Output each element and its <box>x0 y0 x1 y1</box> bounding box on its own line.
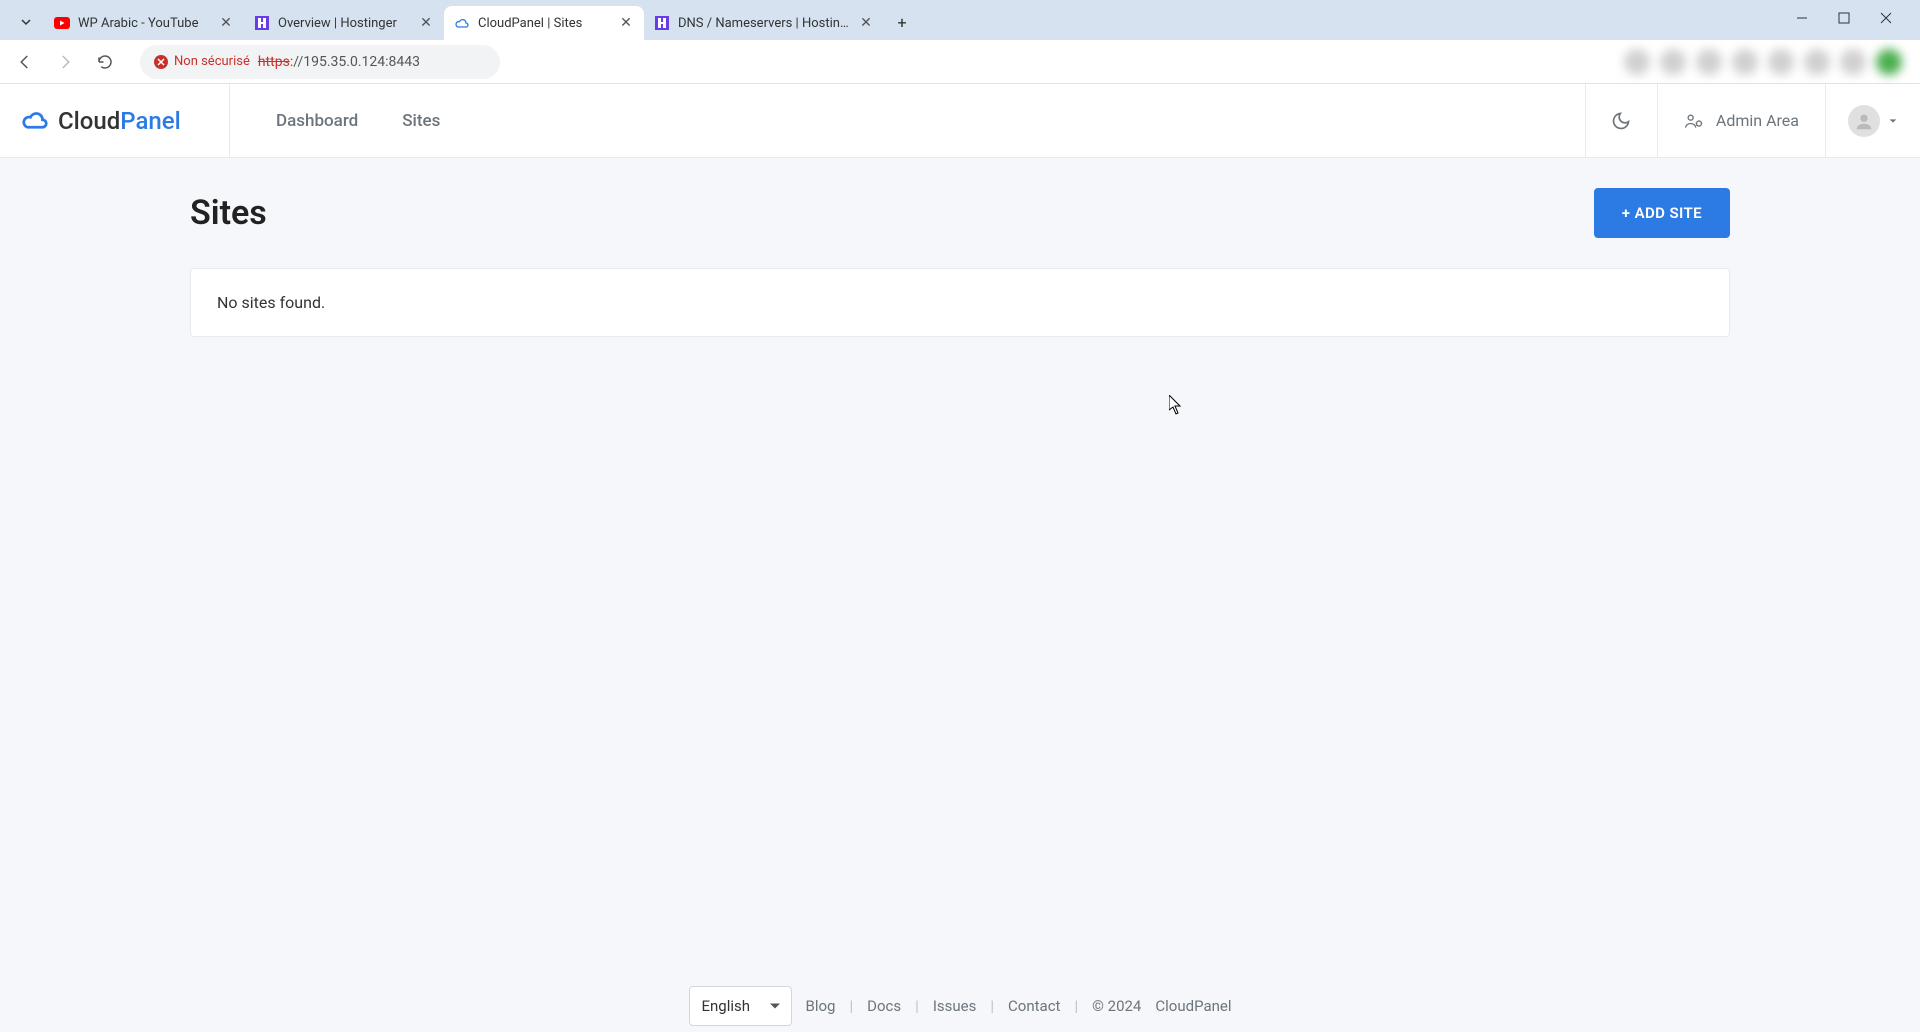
tab-close-button[interactable]: ✕ <box>858 15 874 31</box>
extension-icon[interactable] <box>1732 49 1758 75</box>
separator: | <box>1074 997 1078 1015</box>
nav-sites[interactable]: Sites <box>402 111 440 131</box>
address-bar: Non sécurisé https://195.35.0.124:8443 <box>0 40 1920 84</box>
separator: | <box>849 997 853 1015</box>
tab-title: Overview | Hostinger <box>278 16 410 31</box>
window-controls <box>1776 4 1912 40</box>
insecure-badge: Non sécurisé <box>154 54 250 69</box>
logo[interactable]: CloudPanel <box>0 84 230 157</box>
back-button[interactable] <box>8 45 42 79</box>
moon-icon <box>1611 111 1631 131</box>
minimize-icon <box>1796 12 1808 24</box>
footer-issues-link[interactable]: Issues <box>933 997 977 1015</box>
cloudpanel-logo-icon <box>20 106 50 136</box>
app-header: CloudPanel Dashboard Sites Admin Area <box>0 84 1920 158</box>
browser-tab[interactable]: WP Arabic - YouTube ✕ <box>44 6 244 40</box>
footer-blog-link[interactable]: Blog <box>806 997 836 1015</box>
extension-icon[interactable] <box>1624 49 1650 75</box>
new-tab-button[interactable]: + <box>888 8 916 36</box>
admin-area-label: Admin Area <box>1716 111 1799 130</box>
add-site-button[interactable]: + ADD SITE <box>1594 188 1730 238</box>
tab-title: WP Arabic - YouTube <box>78 16 210 31</box>
close-icon <box>1880 12 1892 24</box>
close-window-button[interactable] <box>1872 4 1900 32</box>
browser-tab[interactable]: DNS / Nameservers | Hostinger ✕ <box>644 6 884 40</box>
maximize-icon <box>1838 12 1850 24</box>
users-gear-icon <box>1684 111 1704 131</box>
tab-close-button[interactable]: ✕ <box>418 15 434 31</box>
tab-search-button[interactable] <box>12 8 40 36</box>
insecure-label: Non sécurisé <box>174 54 250 69</box>
tab-title: DNS / Nameservers | Hostinger <box>678 16 850 31</box>
theme-toggle[interactable] <box>1585 84 1657 157</box>
cloudpanel-icon <box>454 15 470 31</box>
user-menu[interactable] <box>1825 84 1920 157</box>
url-protocol: https <box>258 54 290 70</box>
footer-docs-link[interactable]: Docs <box>867 997 901 1015</box>
reload-icon <box>96 53 114 71</box>
language-select[interactable]: English <box>689 986 792 1026</box>
main-nav: Dashboard Sites <box>230 111 440 131</box>
sites-card: No sites found. <box>190 268 1730 337</box>
browser-tab-active[interactable]: CloudPanel | Sites ✕ <box>444 6 644 40</box>
separator: | <box>915 997 919 1015</box>
profile-avatar[interactable] <box>1876 49 1902 75</box>
cursor-icon <box>1169 395 1183 415</box>
tab-title: CloudPanel | Sites <box>478 16 610 31</box>
browser-tab-strip: WP Arabic - YouTube ✕ Overview | Hosting… <box>0 0 1920 40</box>
url-rest: ://195.35.0.124:8443 <box>290 54 420 70</box>
warning-icon <box>154 55 168 69</box>
maximize-button[interactable] <box>1830 4 1858 32</box>
hostinger-icon <box>254 15 270 31</box>
admin-area-link[interactable]: Admin Area <box>1657 84 1825 157</box>
arrow-left-icon <box>16 53 34 71</box>
youtube-icon <box>54 15 70 31</box>
footer-copyright: © 2024 <box>1092 997 1141 1015</box>
tab-close-button[interactable]: ✕ <box>218 15 234 31</box>
footer-brand: CloudPanel <box>1155 997 1231 1015</box>
nav-dashboard[interactable]: Dashboard <box>276 111 358 131</box>
footer-contact-link[interactable]: Contact <box>1008 997 1060 1015</box>
extensions-area <box>1624 49 1912 75</box>
chevron-down-icon <box>20 16 32 28</box>
logo-text-panel: Panel <box>120 107 180 135</box>
footer: English Blog | Docs | Issues | Contact |… <box>0 986 1920 1026</box>
logo-text-cloud: Cloud <box>58 107 120 135</box>
reload-button[interactable] <box>88 45 122 79</box>
caret-down-icon <box>1888 116 1898 126</box>
browser-tab[interactable]: Overview | Hostinger ✕ <box>244 6 444 40</box>
url-text: https://195.35.0.124:8443 <box>258 54 420 70</box>
avatar <box>1848 105 1880 137</box>
tab-close-button[interactable]: ✕ <box>618 15 634 31</box>
extension-icon[interactable] <box>1660 49 1686 75</box>
extension-icon[interactable] <box>1768 49 1794 75</box>
page-title: Sites <box>190 193 267 233</box>
hostinger-icon <box>654 15 670 31</box>
extension-icon[interactable] <box>1840 49 1866 75</box>
user-icon <box>1853 110 1875 132</box>
empty-message: No sites found. <box>217 293 1703 312</box>
content-area: Sites + ADD SITE No sites found. <box>0 158 1920 337</box>
forward-button[interactable] <box>48 45 82 79</box>
url-field[interactable]: Non sécurisé https://195.35.0.124:8443 <box>140 45 500 79</box>
extension-icon[interactable] <box>1696 49 1722 75</box>
arrow-right-icon <box>56 53 74 71</box>
extension-icon[interactable] <box>1804 49 1830 75</box>
separator: | <box>990 997 994 1015</box>
minimize-button[interactable] <box>1788 4 1816 32</box>
